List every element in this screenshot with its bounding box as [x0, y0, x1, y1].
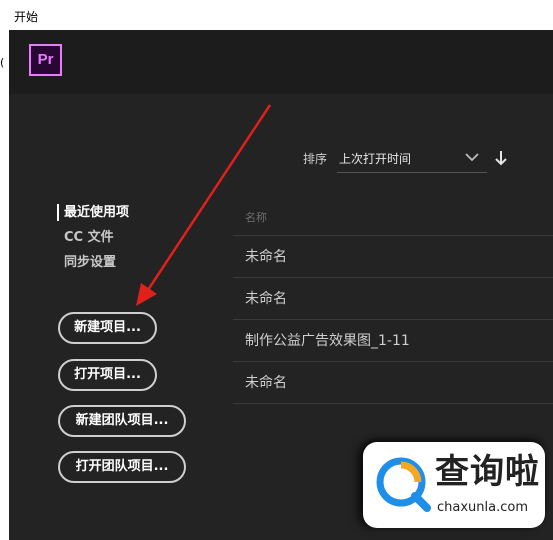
new-project-button[interactable]: 新建项目...: [58, 312, 157, 344]
column-header-name[interactable]: 名称: [233, 200, 553, 236]
sort-selected-value: 上次打开时间: [339, 152, 412, 166]
window-title: 开始: [14, 10, 39, 24]
nav-item-cc-files[interactable]: CC 文件: [57, 225, 129, 250]
left-edge-text: (: [0, 56, 5, 69]
nav-item-recent[interactable]: 最近使用项: [57, 200, 129, 225]
list-item[interactable]: 未命名: [233, 278, 553, 320]
magnifier-logo-icon: [376, 457, 431, 512]
list-item[interactable]: 制作公益广告效果图_1-11: [233, 320, 553, 362]
new-team-project-button[interactable]: 新建团队项目...: [58, 405, 186, 437]
premiere-logo-icon: Pr: [29, 44, 62, 76]
open-team-project-button[interactable]: 打开团队项目...: [58, 451, 186, 483]
watermark: 查询啦 chaxunla.com: [363, 442, 545, 528]
list-item[interactable]: 未命名: [233, 236, 553, 278]
watermark-name: 查询啦: [435, 452, 540, 492]
nav-item-sync-settings[interactable]: 同步设置: [57, 250, 129, 275]
open-project-button[interactable]: 打开项目...: [58, 359, 157, 391]
left-window-edge: (: [0, 30, 9, 540]
list-item[interactable]: 未命名: [233, 362, 553, 404]
watermark-url: chaxunla.com: [437, 500, 528, 515]
sort-label: 排序: [303, 152, 328, 166]
sort-dropdown[interactable]: 上次打开时间: [337, 143, 487, 173]
app-header: Pr: [9, 30, 553, 94]
chevron-down-icon: [465, 153, 479, 162]
arrow-down-icon[interactable]: [494, 150, 508, 166]
side-nav: 最近使用项 CC 文件 同步设置: [57, 200, 129, 275]
recent-files-list: 名称 未命名 未命名 制作公益广告效果图_1-11 未命名: [233, 200, 553, 404]
window-title-bar: 开始: [0, 0, 553, 30]
